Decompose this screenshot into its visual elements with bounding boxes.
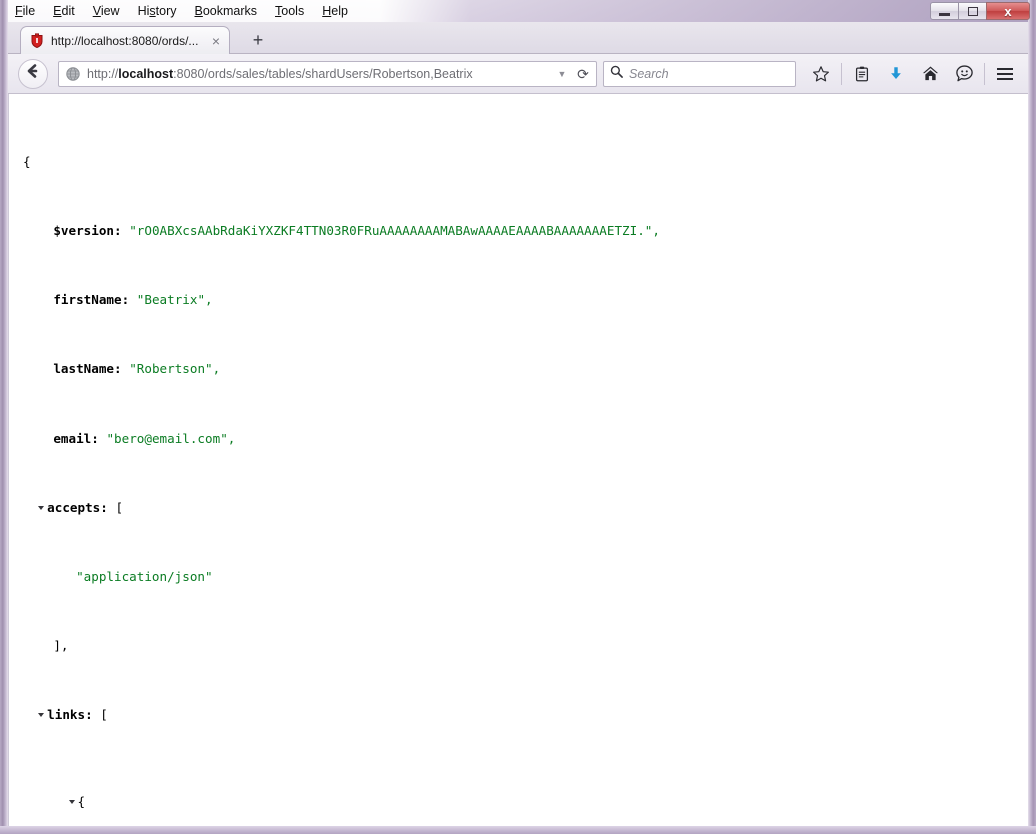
browser-tab-active[interactable]: http://localhost:8080/ords/... ×: [20, 26, 230, 54]
json-line-open: {: [23, 153, 1028, 170]
collapse-triangle-icon-links[interactable]: [38, 713, 45, 718]
close-icon: x: [1004, 3, 1012, 19]
reading-list-icon[interactable]: [845, 59, 879, 89]
json-line-firstname: firstName: "Beatrix",: [23, 291, 1028, 308]
back-arrow-icon: [24, 62, 42, 85]
address-bar[interactable]: http://localhost:8080/ords/sales/tables/…: [58, 60, 597, 87]
minimize-icon: [939, 12, 950, 16]
json-line-accepts: accepts: [: [23, 499, 1028, 516]
search-box[interactable]: Search: [603, 60, 796, 87]
json-value-email: "bero@email.com",: [106, 430, 236, 446]
json-line-lastname: lastName: "Robertson",: [23, 360, 1028, 377]
globe-icon: [65, 66, 81, 82]
brace-open: {: [23, 153, 31, 169]
collapse-triangle-icon-link0[interactable]: [68, 799, 75, 804]
menu-item-help[interactable]: Help: [313, 0, 357, 22]
json-value-version: "rO0ABXcsAAbRdaKiYXZKF4TTN03R0FRuAAAAAAA…: [129, 223, 660, 239]
maximize-button[interactable]: [958, 2, 987, 20]
url-scheme: http://: [87, 66, 119, 81]
menu-item-file[interactable]: File: [6, 0, 44, 22]
bracket-open: [: [115, 499, 124, 515]
bracket-close-comma: ],: [53, 638, 69, 654]
browser-window: File Edit View History Bookmarks Tools H…: [0, 0, 1036, 834]
reload-icon[interactable]: ⟳: [572, 62, 594, 86]
menu-item-bookmarks[interactable]: Bookmarks: [186, 0, 267, 22]
brace-open-0: {: [77, 793, 86, 809]
json-key-version: $version:: [53, 223, 122, 239]
json-line-accepts-item: "application/json": [23, 568, 1028, 585]
tab-title: http://localhost:8080/ords/...: [51, 33, 199, 48]
menu-item-tools[interactable]: Tools: [266, 0, 313, 22]
menu-item-history[interactable]: History: [129, 0, 186, 22]
json-viewer: { $version: "rO0ABXcsAAbRdaKiYXZKF4TTN03…: [9, 94, 1028, 826]
json-line-links: links: [: [23, 706, 1028, 723]
json-value-lastname: "Robertson",: [129, 361, 221, 377]
back-button[interactable]: [18, 58, 48, 89]
title-bar: File Edit View History Bookmarks Tools H…: [0, 0, 1036, 22]
search-icon: [610, 65, 623, 83]
menu-bar: File Edit View History Bookmarks Tools H…: [6, 0, 357, 22]
menu-item-edit[interactable]: Edit: [44, 0, 84, 22]
address-bar-text: http://localhost:8080/ords/sales/tables/…: [87, 66, 552, 82]
toolbar-separator-2: [984, 62, 985, 85]
json-value-firstname: "Beatrix",: [136, 292, 213, 308]
url-path: :8080/ords/sales/tables/shardUsers/Rober…: [173, 66, 473, 81]
bookmark-star-icon[interactable]: [804, 59, 838, 89]
json-key-email: email:: [53, 430, 99, 446]
window-controls: x: [930, 2, 1030, 20]
navigation-toolbar: http://localhost:8080/ords/sales/tables/…: [8, 54, 1028, 94]
window-frame-bottom: [0, 826, 1036, 834]
json-line-version: $version: "rO0ABXcsAAbRdaKiYXZKF4TTN03R0…: [23, 222, 1028, 239]
collapse-triangle-icon[interactable]: [38, 505, 45, 510]
json-key-lastname: lastName:: [53, 361, 122, 377]
page-content: { $version: "rO0ABXcsAAbRdaKiYXZKF4TTN03…: [8, 94, 1028, 826]
menu-item-view[interactable]: View: [84, 0, 129, 22]
json-key-accepts: accepts:: [47, 499, 108, 515]
chevron-down-icon[interactable]: ▼: [552, 62, 572, 86]
json-line-email: email: "bero@email.com",: [23, 430, 1028, 447]
tab-strip: http://localhost:8080/ords/... × +: [8, 22, 1028, 54]
json-key-firstname: firstName:: [53, 292, 130, 308]
json-key-links: links:: [47, 707, 93, 723]
window-frame-right: [1028, 0, 1036, 834]
json-line-accepts-close: ],: [23, 637, 1028, 654]
json-line-link0-open: {: [23, 793, 1028, 810]
tab-close-icon[interactable]: ×: [209, 34, 223, 48]
minimize-button[interactable]: [930, 2, 959, 20]
search-placeholder: Search: [629, 66, 669, 81]
downloads-icon[interactable]: [879, 59, 913, 89]
maximize-icon: [967, 6, 978, 16]
url-host: localhost: [118, 66, 174, 81]
home-icon[interactable]: [913, 59, 947, 89]
hamburger-menu-icon[interactable]: [988, 59, 1022, 89]
toolbar-separator: [841, 62, 842, 85]
shield-icon: [29, 32, 45, 49]
window-frame-left: [0, 0, 8, 834]
close-button[interactable]: x: [986, 2, 1030, 20]
new-tab-button[interactable]: +: [246, 30, 270, 52]
bracket-open-links: [: [100, 707, 108, 723]
json-value-accepts-0: "application/json": [76, 569, 213, 585]
sync-smiley-icon[interactable]: [947, 59, 981, 89]
